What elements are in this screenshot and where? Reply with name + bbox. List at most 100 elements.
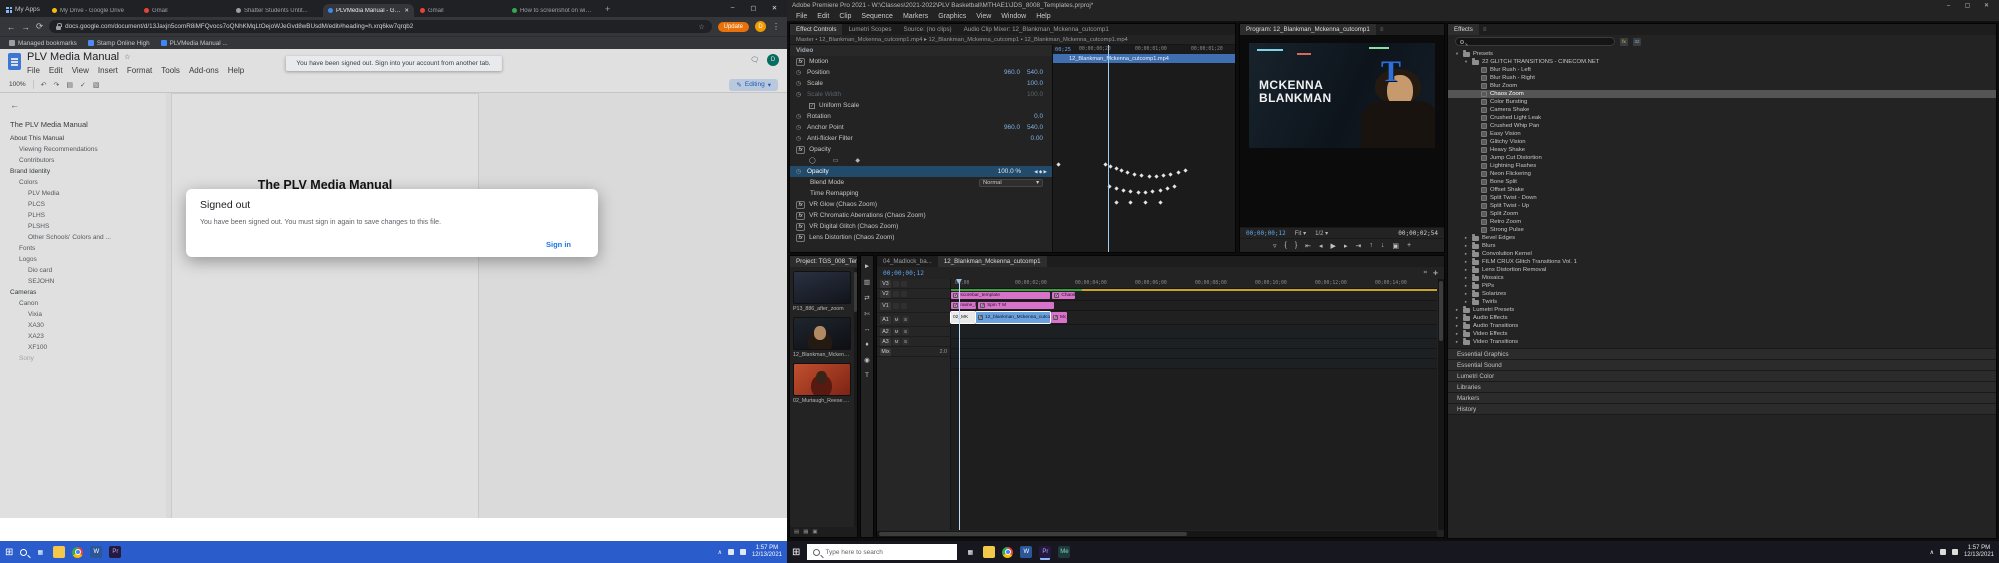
property-value[interactable]: 0.0 <box>1034 113 1043 120</box>
panel-tab[interactable]: Source: (no clips) <box>897 24 957 35</box>
panel-tab-lumetri-color[interactable]: Lumetri Color <box>1448 370 1996 381</box>
pen-tool[interactable]: ♦ <box>865 341 868 348</box>
keyframe-icon[interactable] <box>1151 189 1155 193</box>
effect-row[interactable]: Blend ModeNormal▾ <box>790 177 1052 188</box>
timeline-clip[interactable]: 02_MK <box>951 312 975 323</box>
project-item[interactable]: P13_886_after_zoom <box>793 271 851 312</box>
timeline-vertical-scrollbar[interactable] <box>1438 279 1444 530</box>
track-header-a1[interactable]: A1MS <box>877 313 950 327</box>
property-value[interactable]: 100.0 <box>1027 80 1043 87</box>
effects-bin[interactable]: ▸Video Transitions <box>1448 338 1996 346</box>
fx-badge-icon[interactable]: fx <box>796 58 805 66</box>
track-header-v2[interactable]: V2 <box>877 289 950 299</box>
clip-fx-badge-icon[interactable]: fx <box>980 303 985 308</box>
profile-avatar[interactable]: D <box>755 21 766 32</box>
add-marker-icon[interactable]: ▿ <box>1273 242 1277 250</box>
start-button-icon[interactable]: ⊞ <box>792 547 800 558</box>
new-bin-icon[interactable]: ▣ <box>812 529 817 535</box>
timeline-ruler[interactable]: 00;0000;00;02;0000;00;04;0000;00;06;0000… <box>951 279 1437 289</box>
property-value[interactable]: 100.0 % <box>998 168 1021 175</box>
twirl-closed-icon[interactable]: ▸ <box>1454 323 1460 329</box>
chrome-taskbar-icon[interactable] <box>1002 547 1013 558</box>
clip-fx-badge-icon[interactable]: fx <box>953 293 958 298</box>
project-scrollbar[interactable] <box>854 268 857 527</box>
property-value[interactable]: 540.0 <box>1027 69 1043 76</box>
keyframe-icon[interactable] <box>1162 173 1166 177</box>
effect-row[interactable]: Video <box>790 45 1052 56</box>
twirl-open-icon[interactable]: ▾ <box>1454 51 1460 57</box>
effects-bin[interactable]: ▸Blurs <box>1448 242 1996 250</box>
32bpc-effects-badge[interactable]: 32 <box>1633 38 1641 46</box>
effect-preset[interactable]: Split Twist - Up <box>1448 202 1996 210</box>
twirl-closed-icon[interactable]: ▸ <box>1463 299 1469 305</box>
track-header-mix[interactable]: Mix2.0 <box>877 347 950 357</box>
twirl-open-icon[interactable]: ▾ <box>1463 59 1469 65</box>
browser-tab[interactable]: My Drive - Google Drive <box>47 4 138 17</box>
lift-icon[interactable]: ↑ <box>1369 242 1373 249</box>
premiere-taskbar-icon[interactable]: Pr <box>1039 546 1051 558</box>
track-select-tool[interactable]: ▥ <box>864 278 870 286</box>
task-view-taskbar-icon[interactable]: ▦ <box>964 546 976 558</box>
effect-row[interactable]: fxOpacity <box>790 144 1052 155</box>
type-tool[interactable]: T <box>865 372 869 379</box>
keyframe-icon[interactable] <box>1109 164 1113 168</box>
twirl-closed-icon[interactable]: ▸ <box>1454 331 1460 337</box>
hand-tool[interactable]: ◉ <box>864 356 870 364</box>
keyframe-icon[interactable] <box>1143 190 1147 194</box>
effects-tab[interactable]: Effects <box>1448 24 1479 35</box>
timeline-timecode[interactable]: 00;00;00;12 <box>883 270 924 277</box>
timeline-clip[interactable]: fxSpin T M <box>978 302 1054 309</box>
track-lane-v3[interactable]: fxscorebar_templatefxChaos Zoom <box>951 291 1437 301</box>
effects-bin[interactable]: ▸Audio Transitions <box>1448 322 1996 330</box>
keyframe-icon[interactable] <box>1132 172 1136 176</box>
bookmark-item[interactable]: Managed bookmarks <box>9 40 77 47</box>
timeline-clip[interactable]: fx12_blankman_Mckenna_cutcomp1 <box>976 312 1050 323</box>
word-taskbar-icon[interactable]: W <box>1020 546 1032 558</box>
track-lock-toggle[interactable] <box>901 291 907 297</box>
effects-bin[interactable]: ▸Twirls <box>1448 298 1996 306</box>
effect-preset[interactable]: Bone Split <box>1448 178 1996 186</box>
program-video-area[interactable]: T MCKENNA BLANKMAN <box>1240 35 1444 227</box>
effect-row[interactable]: Time Remapping <box>790 188 1052 199</box>
mark-out-icon[interactable]: } <box>1295 242 1297 249</box>
twirl-closed-icon[interactable]: ▸ <box>1463 283 1469 289</box>
fx-badge-icon[interactable]: fx <box>796 223 805 231</box>
chrome-taskbar-icon[interactable] <box>72 547 83 558</box>
track-header-a3[interactable]: A3MS <box>877 337 950 347</box>
accelerated-effects-badge[interactable]: fx <box>1620 38 1628 46</box>
close-button[interactable]: ✕ <box>764 0 785 15</box>
close-button[interactable]: ✕ <box>1979 2 1994 9</box>
timeline-clips-area[interactable]: 00;0000;00;02;0000;00;04;0000;00;06;0000… <box>951 279 1437 530</box>
settings-icon[interactable]: + <box>1407 242 1411 249</box>
icon-view-icon[interactable]: ▦ <box>803 529 808 535</box>
chrome-update-button[interactable]: Update <box>718 22 749 32</box>
track-lane-mix[interactable] <box>951 359 1437 369</box>
tab-close-icon[interactable]: ✕ <box>404 8 409 14</box>
effect-row[interactable]: ◷Position960.0540.0 <box>790 67 1052 78</box>
keyframe-icon[interactable] <box>1129 189 1133 193</box>
keyframe-icon[interactable] <box>1114 200 1118 204</box>
twirl-closed-icon[interactable]: ▸ <box>1463 291 1469 297</box>
premiere-menu-item[interactable]: Edit <box>817 13 829 20</box>
effects-bin[interactable]: ▾Presets <box>1448 50 1996 58</box>
clip-fx-badge-icon[interactable]: fx <box>1054 293 1059 298</box>
project-item[interactable]: 02_Murtaugh_Reese.mp4 <box>793 363 851 404</box>
list-view-icon[interactable]: ▤ <box>794 529 799 535</box>
panel-tab-history[interactable]: History <box>1448 403 1996 414</box>
network-icon[interactable] <box>728 549 734 555</box>
premiere-menu-item[interactable]: Window <box>1001 13 1026 20</box>
panel-tab-markers[interactable]: Markers <box>1448 392 1996 403</box>
effect-preset[interactable]: Split Twist - Down <box>1448 194 1996 202</box>
clip-fx-badge-icon[interactable]: fx <box>1053 315 1058 320</box>
keyframe-icon[interactable] <box>1120 168 1124 172</box>
fit-dropdown[interactable]: Fit ▾ <box>1295 230 1306 237</box>
twirl-closed-icon[interactable]: ▸ <box>1454 339 1460 345</box>
panel-tab[interactable]: Lumetri Scopes <box>842 24 897 35</box>
effect-preset[interactable]: Blur Rush - Left <box>1448 66 1996 74</box>
minimize-button[interactable]: – <box>1941 3 1956 9</box>
panel-tab[interactable]: Effect Controls <box>790 24 842 35</box>
maximize-button[interactable]: ▢ <box>1960 2 1975 9</box>
property-value[interactable]: 960.0 <box>1004 69 1020 76</box>
premiere-menu-item[interactable]: Sequence <box>861 13 893 20</box>
browser-tab[interactable]: Gmail <box>415 4 506 17</box>
